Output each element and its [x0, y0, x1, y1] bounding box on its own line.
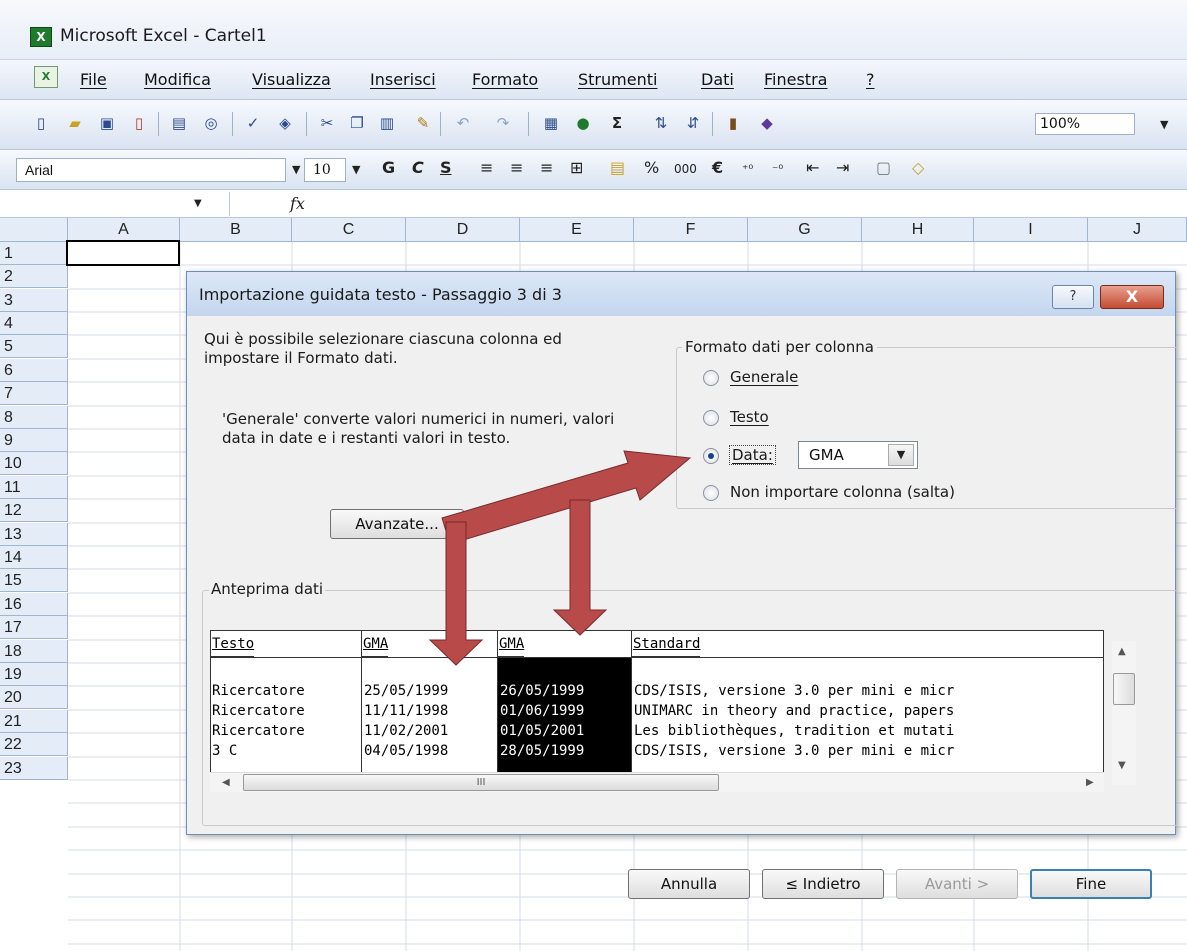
annotation-arrows [428, 450, 692, 666]
arrow-down-column-e [552, 499, 608, 636]
arrow-down-column-d [428, 521, 484, 666]
arrow-to-date-option [441, 450, 692, 545]
